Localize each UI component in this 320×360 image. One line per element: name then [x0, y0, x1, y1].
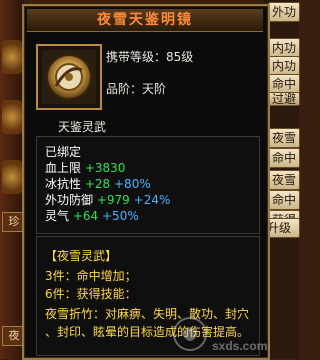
- stat-base: +3830: [84, 161, 126, 175]
- bound-status: 已绑定: [45, 145, 82, 159]
- set-bonus-3: 3件：命中增加；: [45, 269, 137, 283]
- stat-extra: +24%: [133, 193, 171, 207]
- stat-line: 灵气 +64 +50%: [45, 207, 139, 224]
- stat-name: 灵气: [45, 209, 70, 223]
- sword-icon: [2, 100, 22, 134]
- set-title: 【夜雪灵武】: [45, 249, 118, 263]
- stat-extra: +80%: [114, 177, 151, 191]
- watermark-logo: sxds.com: [173, 317, 267, 353]
- right-tab[interactable]: 夜雪: [268, 128, 300, 148]
- stat-name: 外功防御: [45, 193, 94, 207]
- set-bonus-6: 6件：获得技能：: [45, 287, 137, 301]
- title-bar: 夜雪天鉴明镜: [27, 9, 263, 32]
- right-tab[interactable]: 命中: [268, 74, 300, 94]
- sword-icon: [2, 40, 22, 74]
- stat-line: 血上限 +3830: [45, 159, 125, 176]
- carry-level-value: 85级: [166, 50, 194, 64]
- right-tab[interactable]: 内功: [268, 38, 300, 58]
- watermark: sxds.com: [170, 314, 298, 356]
- rank-value: 天阶: [142, 82, 167, 96]
- right-tab[interactable]: 内功: [268, 56, 300, 76]
- item-rank: 品阶：天阶: [106, 80, 166, 97]
- right-tab[interactable]: 夜雪: [268, 170, 300, 190]
- watermark-text: sxds.com: [212, 339, 267, 353]
- right-tab[interactable]: 命中: [268, 190, 300, 210]
- stat-base: +28: [84, 177, 111, 191]
- stats-section: 已绑定 血上限 +3830 冰抗性 +28 +80% 外功防御 +979 +24…: [36, 136, 260, 234]
- stat-line: 外功防御 +979 +24%: [45, 191, 170, 208]
- item-tooltip-panel: 夜雪天鉴明镜 携带等级：85级 品阶：天阶 天鉴灵武 已绑定 血上限 +3830…: [22, 4, 270, 360]
- sword-icon: [2, 160, 22, 194]
- right-tab[interactable]: 过避: [268, 92, 300, 106]
- carry-level-label: 携带等级：: [106, 50, 167, 64]
- item-subtitle: 天鉴灵武: [58, 120, 107, 134]
- stat-name: 冰抗性: [45, 177, 82, 191]
- stat-line: 冰抗性 +28 +80%: [45, 175, 151, 192]
- right-tab[interactable]: 命中: [268, 148, 300, 168]
- mirror-icon: [42, 50, 96, 104]
- item-title: 夜雪天鉴明镜: [97, 12, 193, 28]
- stat-base: +979: [96, 193, 130, 207]
- stat-extra: +50%: [102, 209, 139, 223]
- item-icon-frame: [36, 44, 102, 110]
- carry-level: 携带等级：85级: [106, 48, 193, 65]
- stat-base: +64: [72, 209, 99, 223]
- right-tab[interactable]: 外功: [268, 2, 300, 22]
- rank-label: 品阶：: [106, 82, 143, 96]
- stat-name: 血上限: [45, 161, 82, 175]
